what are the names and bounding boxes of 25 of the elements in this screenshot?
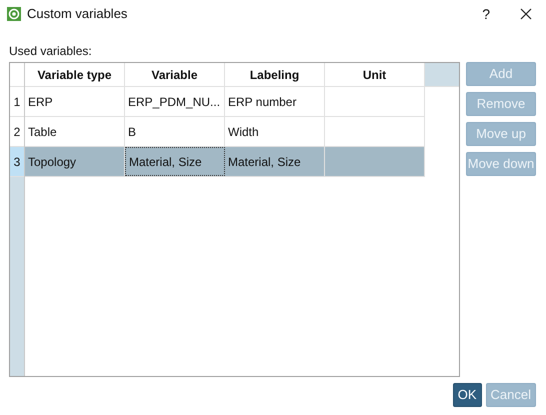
- table-cell: Topology: [25, 147, 125, 176]
- section-label: Used variables:: [9, 44, 92, 58]
- table-cell: ERP number: [225, 87, 325, 116]
- table-cell: B: [125, 117, 225, 146]
- table-cell: Material, Size: [125, 147, 225, 176]
- help-button[interactable]: ?: [482, 4, 490, 24]
- row-number[interactable]: 3: [10, 147, 24, 177]
- table-row[interactable]: Table B Width: [25, 117, 425, 147]
- row-number[interactable]: 1: [10, 87, 24, 117]
- table-cell: Material, Size: [225, 147, 325, 176]
- dialog-button[interactable]: OK: [452, 383, 482, 407]
- table-row[interactable]: Topology Material, Size Material, Size: [25, 147, 425, 177]
- app-icon: [7, 7, 21, 21]
- row-number[interactable]: 2: [10, 117, 24, 147]
- table-cell: ERP_PDM_NU...: [125, 87, 225, 116]
- table-row[interactable]: ERP ERP_PDM_NU... ERP number: [25, 87, 425, 117]
- column-header[interactable]: Variable: [125, 63, 225, 86]
- table-cell: Table: [25, 117, 125, 146]
- header-filler: [425, 63, 459, 86]
- table-cell: ERP: [25, 87, 125, 116]
- column-header[interactable]: Labeling: [225, 63, 325, 86]
- column-header[interactable]: Variable type: [25, 63, 125, 86]
- window-title: Custom variables: [27, 5, 128, 24]
- table-cell: Width: [225, 117, 325, 146]
- close-icon[interactable]: [520, 8, 532, 20]
